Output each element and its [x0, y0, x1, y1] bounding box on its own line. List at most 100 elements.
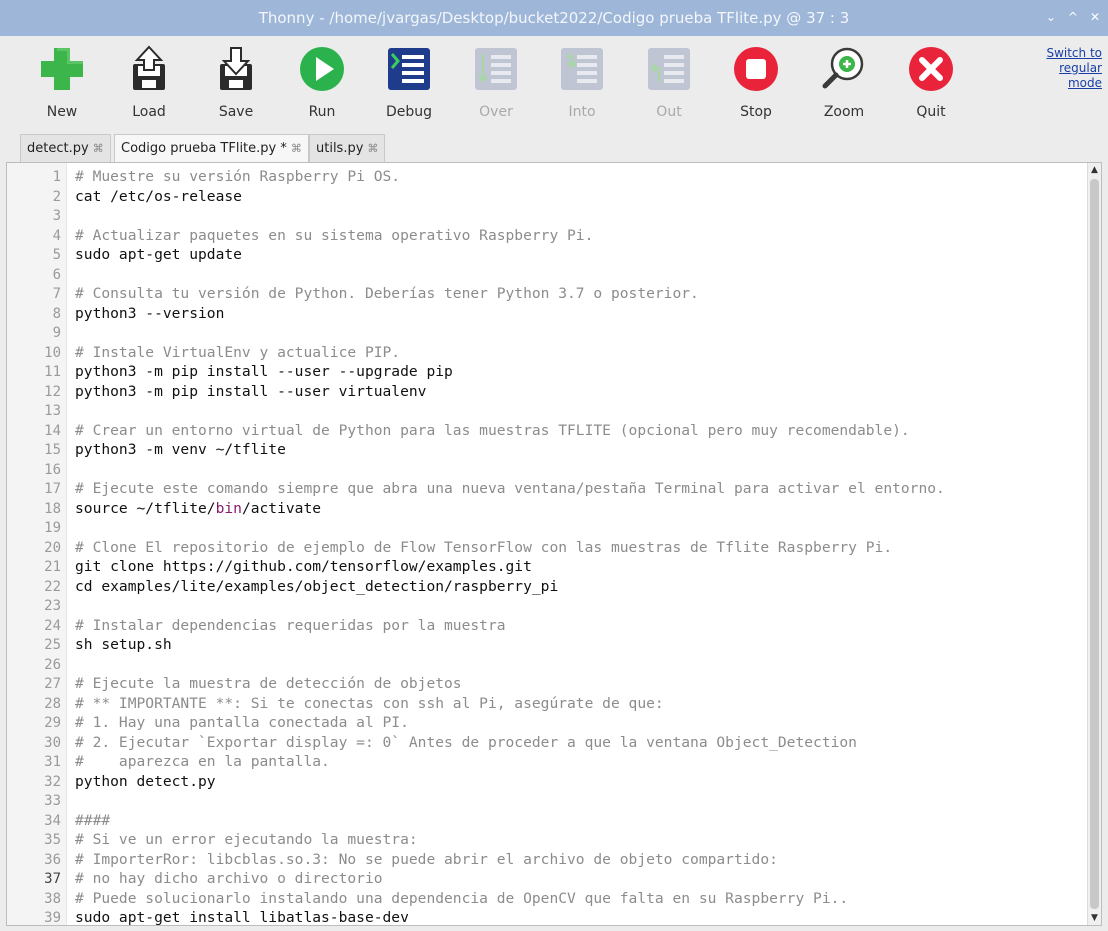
- line-number: 12: [44, 384, 61, 400]
- debug-button[interactable]: Debug: [373, 44, 445, 128]
- line-number: 14: [44, 423, 61, 439]
- line-number: 11: [44, 364, 61, 380]
- step-out-button[interactable]: Out: [633, 44, 705, 128]
- line-number: 34: [44, 813, 61, 829]
- step-out-label: Out: [656, 104, 682, 120]
- vertical-scrollbar[interactable]: ▲ ▼: [1087, 163, 1101, 925]
- debug-label: Debug: [385, 104, 433, 120]
- code-line[interactable]: # 1. Hay una pantalla conectada al PI.: [75, 714, 409, 731]
- switch-mode-line1: Switch to: [1046, 46, 1102, 60]
- tab-utils-py[interactable]: utils.py ⌘: [309, 134, 386, 162]
- load-label: Load: [132, 104, 166, 120]
- line-number: 28: [44, 696, 61, 712]
- step-into-button[interactable]: Into: [546, 44, 618, 128]
- code-line[interactable]: # ImporterRor: libcblas.so.3: No se pued…: [75, 851, 778, 868]
- scroll-up-icon[interactable]: ▲: [1088, 163, 1101, 177]
- line-number: 13: [44, 403, 61, 419]
- close-tab-icon[interactable]: ⌘: [367, 142, 378, 155]
- tab-detect-py[interactable]: detect.py ⌘: [20, 134, 111, 162]
- line-number: 4: [52, 228, 61, 244]
- line-number: 18: [44, 501, 61, 517]
- debug-icon: [388, 48, 430, 90]
- close-tab-icon[interactable]: ⌘: [291, 142, 302, 155]
- new-button[interactable]: New: [26, 44, 98, 128]
- zoom-icon: [822, 47, 864, 89]
- code-line[interactable]: # Ejecute la muestra de detección de obj…: [75, 675, 462, 692]
- toolbar: New Load Save Run Debug Over Into Out St…: [0, 36, 1108, 134]
- code-line[interactable]: # Crear un entorno virtual de Python par…: [75, 422, 910, 439]
- line-number: 21: [44, 559, 61, 575]
- code-line[interactable]: cd examples/lite/examples/object_detecti…: [75, 578, 558, 595]
- code-line[interactable]: python detect.py: [75, 773, 216, 790]
- load-icon: [133, 45, 165, 90]
- switch-mode-line3: mode: [1067, 76, 1102, 90]
- line-number: 3: [52, 208, 61, 224]
- save-icon: [220, 47, 252, 90]
- minimize-icon[interactable]: ⌄: [1046, 10, 1056, 24]
- line-number: 5: [52, 247, 61, 263]
- code-line[interactable]: # no hay dicho archivo o directorio: [75, 870, 383, 887]
- maximize-icon[interactable]: ^: [1068, 10, 1078, 24]
- close-window-icon[interactable]: ✕: [1090, 10, 1100, 24]
- keyword-token: bin: [215, 500, 242, 517]
- line-number: 16: [44, 462, 61, 478]
- code-line[interactable]: # 2. Ejecutar `Exportar display =: 0` An…: [75, 734, 857, 751]
- switch-to-regular-mode-link[interactable]: Switch to regular mode: [1032, 46, 1102, 91]
- run-label: Run: [308, 104, 336, 120]
- step-over-button[interactable]: Over: [460, 44, 532, 128]
- code-line[interactable]: git clone https://github.com/tensorflow/…: [75, 558, 532, 575]
- code-line[interactable]: sudo apt-get update: [75, 246, 242, 263]
- code-line[interactable]: # Si ve un error ejecutando la muestra:: [75, 831, 418, 848]
- window-title: Thonny - /home/jvargas/Desktop/bucket202…: [258, 9, 850, 27]
- stop-button[interactable]: Stop: [720, 44, 792, 128]
- line-number: 39: [44, 910, 61, 926]
- editor-tabbar: detect.py ⌘ Codigo prueba TFlite.py * ⌘ …: [0, 134, 1108, 162]
- zoom-button[interactable]: Zoom: [808, 44, 880, 128]
- code-line[interactable]: sudo apt-get install libatlas-base-dev: [75, 909, 409, 926]
- line-number: 36: [44, 852, 61, 868]
- code-line[interactable]: # Clone El repositorio de ejemplo de Flo…: [75, 539, 892, 556]
- code-line[interactable]: # Instale VirtualEnv y actualice PIP.: [75, 344, 400, 361]
- line-number: 8: [52, 306, 61, 322]
- code-line[interactable]: sh setup.sh: [75, 636, 172, 653]
- line-number: 26: [44, 657, 61, 673]
- save-button[interactable]: Save: [200, 44, 272, 128]
- new-file-icon: [41, 48, 83, 90]
- code-line[interactable]: # Instalar dependencias requeridas por l…: [75, 617, 506, 634]
- code-line[interactable]: # ** IMPORTANTE **: Si te conectas con s…: [75, 695, 664, 712]
- line-number: 24: [44, 618, 61, 634]
- close-tab-icon[interactable]: ⌘: [93, 142, 104, 155]
- code-line[interactable]: # Ejecute este comando siempre que abra …: [75, 480, 945, 497]
- line-number: 30: [44, 735, 61, 751]
- code-line[interactable]: source ~/tflite/bin/activate: [75, 500, 321, 517]
- switch-mode-line2: regular: [1059, 61, 1102, 75]
- code-line[interactable]: # Actualizar paquetes en su sistema oper…: [75, 227, 593, 244]
- step-over-label: Over: [479, 104, 513, 120]
- code-line[interactable]: python3 -m pip install --user --upgrade …: [75, 363, 453, 380]
- new-label: New: [46, 104, 78, 120]
- quit-button[interactable]: Quit: [895, 44, 967, 128]
- scrollbar-thumb[interactable]: [1090, 179, 1099, 909]
- code-line[interactable]: python3 -m pip install --user virtualenv: [75, 383, 426, 400]
- scroll-down-icon[interactable]: ▼: [1088, 911, 1101, 925]
- code-line[interactable]: python3 --version: [75, 305, 224, 322]
- code-line[interactable]: ####: [75, 812, 110, 829]
- tab-codigo-prueba-tflite[interactable]: Codigo prueba TFlite.py * ⌘: [114, 134, 309, 162]
- code-line[interactable]: # aparezca en la pantalla.: [75, 753, 330, 770]
- code-line[interactable]: cat /etc/os-release: [75, 188, 242, 205]
- line-number: 32: [44, 774, 61, 790]
- code-line[interactable]: # Puede solucionarlo instalando una depe…: [75, 890, 848, 907]
- step-out-icon: [648, 48, 690, 90]
- code-line[interactable]: # Muestre su versión Raspberry Pi OS.: [75, 168, 400, 185]
- save-label: Save: [218, 104, 254, 120]
- line-number: 17: [44, 481, 61, 497]
- stop-label: Stop: [740, 104, 772, 120]
- line-number: 31: [44, 754, 61, 770]
- code-line[interactable]: python3 -m venv ~/tflite: [75, 441, 286, 458]
- line-number: 35: [44, 832, 61, 848]
- code-editor[interactable]: 1 # Muestre su versión Raspberry Pi OS. 2 c…: [6, 162, 1102, 926]
- code-line[interactable]: # Consulta tu versión de Python. Debería…: [75, 285, 699, 302]
- load-button[interactable]: Load: [113, 44, 185, 128]
- line-number: 7: [52, 286, 61, 302]
- run-button[interactable]: Run: [286, 44, 358, 128]
